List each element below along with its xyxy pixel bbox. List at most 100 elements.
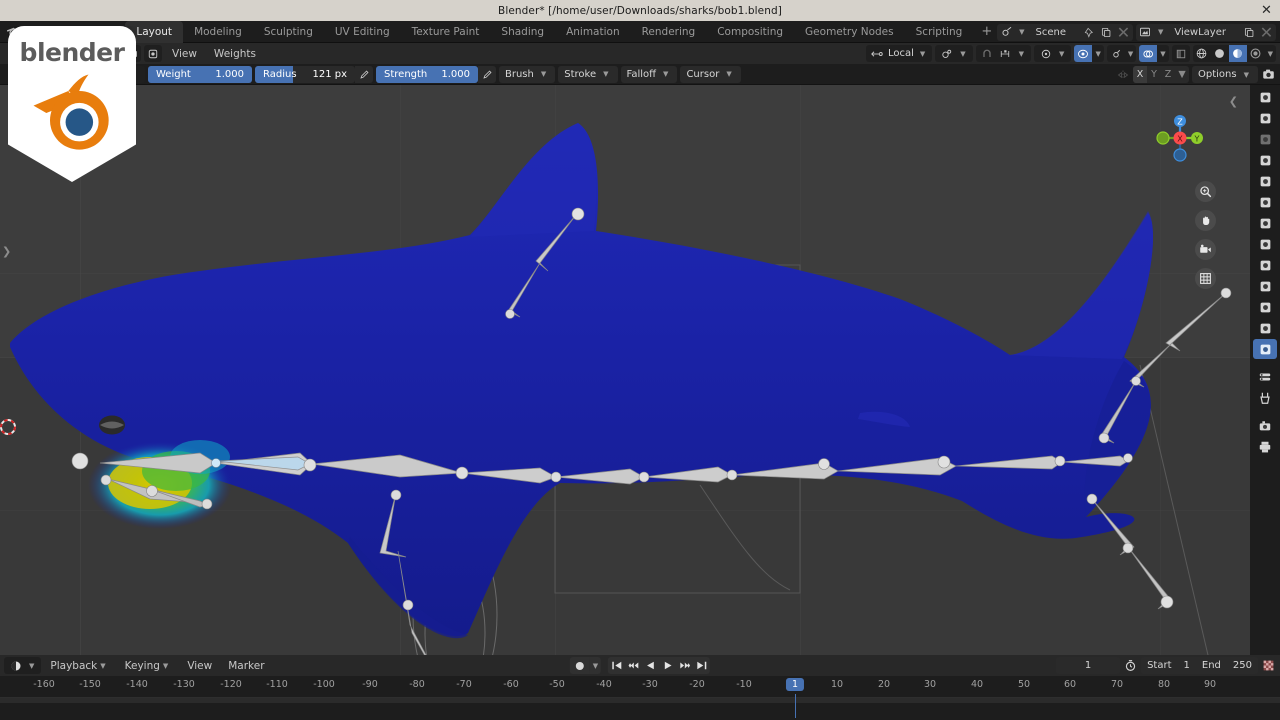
use-preview-range-icon[interactable] <box>1123 658 1138 673</box>
proportional-edit-icon[interactable] <box>1038 46 1053 61</box>
timeline-editor-chevron-down-icon[interactable]: ▼ <box>26 662 37 670</box>
strength-slider[interactable]: Strength 1.000 <box>376 65 478 83</box>
stroke-chevron-down-icon[interactable]: ▼ <box>600 70 611 78</box>
proportional-chevron-down-icon[interactable]: ▼ <box>1056 50 1067 58</box>
timeline-menu-playback[interactable]: Playback ▼ <box>43 657 115 674</box>
unlink-scene-icon[interactable]: ✕ <box>1116 23 1131 42</box>
tab-compositing[interactable]: Compositing <box>706 21 794 43</box>
visibility-chevron-down-icon[interactable]: ▼ <box>1092 50 1103 58</box>
solid-shading-icon[interactable] <box>1211 45 1229 62</box>
falloff-chevron-down-icon[interactable]: ▼ <box>660 70 671 78</box>
3d-viewport[interactable]: ❯ ❮ Z Y X <box>0 85 1250 655</box>
stroke-menu[interactable]: Stroke ▼ <box>558 65 618 83</box>
tab-texture-paint[interactable]: Texture Paint <box>401 21 491 43</box>
start-frame-field[interactable]: Start 1 <box>1141 657 1196 674</box>
options-menu[interactable]: Options ▼ <box>1192 66 1258 83</box>
new-viewlayer-icon[interactable] <box>1242 25 1257 40</box>
properties-tab-camera-data[interactable] <box>1253 416 1277 436</box>
proportional-editing-selector[interactable]: ▼ <box>1034 45 1072 62</box>
symmetry-axis-group[interactable]: X Y Z ▼ <box>1133 66 1190 83</box>
properties-tab-printer[interactable] <box>1253 437 1277 457</box>
properties-tab-material[interactable] <box>1253 367 1277 387</box>
snap-increment-icon[interactable] <box>998 46 1013 61</box>
visibility-toggles[interactable]: ▼ <box>1074 45 1104 62</box>
scene-chevron-down-icon[interactable]: ▼ <box>1016 28 1027 36</box>
overlay-chevron-down-icon[interactable]: ▼ <box>1157 50 1168 58</box>
gizmo-toggle-icon[interactable] <box>1107 45 1125 62</box>
viewlayer-chevron-down-icon[interactable]: ▼ <box>1155 28 1166 36</box>
viewport-left-panel-toggle[interactable]: ❯ <box>2 245 11 258</box>
next-keyframe-icon[interactable] <box>676 657 693 674</box>
properties-tab-tool[interactable] <box>1253 87 1277 107</box>
tab-rendering[interactable]: Rendering <box>631 21 707 43</box>
overlay-toggle-group[interactable]: ▼ <box>1139 45 1169 62</box>
properties-tab-object-data[interactable] <box>1253 339 1277 359</box>
overlays-group[interactable]: ▼ <box>1106 45 1137 62</box>
weight-paint-mode-icon[interactable] <box>144 45 162 62</box>
grid-icon[interactable] <box>1195 268 1216 289</box>
timeline-ruler[interactable]: -160 -150 -140 -130 -120 -110 -100 -90 -… <box>0 676 1280 718</box>
properties-tab-scene[interactable] <box>1253 171 1277 191</box>
properties-tab-collection[interactable] <box>1253 213 1277 233</box>
properties-tab-texture[interactable] <box>1253 388 1277 408</box>
navigation-gizmo[interactable]: Z Y X <box>1152 110 1208 166</box>
transform-orientation-selector[interactable]: Local ▼ <box>865 45 933 62</box>
zoom-icon[interactable] <box>1195 181 1216 202</box>
snapping-selector[interactable]: ▼ <box>975 45 1032 62</box>
hand-icon[interactable] <box>1195 210 1216 231</box>
xray-toggle-icon[interactable] <box>1074 45 1093 62</box>
snapping-chevron-down-icon[interactable]: ▼ <box>1016 50 1027 58</box>
previous-keyframe-icon[interactable] <box>625 657 642 674</box>
tab-scripting[interactable]: Scripting <box>905 21 974 43</box>
pin-icon[interactable] <box>1082 25 1097 40</box>
symmetry-x[interactable]: X <box>1133 66 1148 83</box>
camera-icon[interactable] <box>1195 239 1216 260</box>
properties-tab-object[interactable] <box>1253 234 1277 254</box>
timeline-menu-keying[interactable]: Keying ▼ <box>118 657 179 674</box>
properties-tab-output[interactable] <box>1253 129 1277 149</box>
timeline-menu-view[interactable]: View <box>180 657 219 674</box>
timeline-menu-marker[interactable]: Marker <box>221 657 271 674</box>
auto-keying-chevron-down-icon[interactable]: ▼ <box>589 657 602 674</box>
symmetry-z[interactable]: Z <box>1161 66 1175 83</box>
mode-selector[interactable] <box>144 45 162 62</box>
timeline-editor-type-selector[interactable]: ▼ <box>4 657 42 674</box>
properties-tab-constraints[interactable] <box>1253 318 1277 338</box>
radius-slider[interactable]: Radius 121 px <box>255 65 355 83</box>
rendered-shading-icon[interactable] <box>1247 45 1265 62</box>
symmetry-chevron-down-icon[interactable]: ▼ <box>1175 66 1189 83</box>
jump-to-end-icon[interactable] <box>693 657 710 674</box>
window-close-button[interactable]: ✕ <box>1259 3 1274 18</box>
strength-pressure-icon[interactable] <box>478 65 496 83</box>
viewlayer-selector[interactable]: ▼ ViewLayer ✕ <box>1135 23 1276 42</box>
timeline-track-area[interactable] <box>0 698 1280 720</box>
gizmo-chevron-down-icon[interactable]: ▼ <box>1125 50 1136 58</box>
jump-to-start-icon[interactable] <box>608 657 625 674</box>
orientation-chevron-down-icon[interactable]: ▼ <box>917 50 928 58</box>
overlays-toggle-icon[interactable] <box>1139 45 1158 62</box>
properties-tab-modifiers[interactable] <box>1253 255 1277 275</box>
viewport-menu-weights[interactable]: Weights <box>207 45 263 62</box>
properties-tab-view-layer[interactable] <box>1253 150 1277 170</box>
timeline-scrollbar[interactable] <box>0 698 1280 703</box>
symmetry-y[interactable]: Y <box>1147 66 1161 83</box>
scene-selector[interactable]: ▼ Scene ✕ <box>997 23 1133 42</box>
play-icon[interactable] <box>659 657 676 674</box>
camera-snapshot-icon[interactable] <box>1261 67 1276 82</box>
material-preview-shading-icon[interactable] <box>1228 45 1247 62</box>
properties-tab-physics[interactable] <box>1253 297 1277 317</box>
magnet-icon[interactable] <box>980 46 995 61</box>
remove-viewlayer-icon[interactable]: ✕ <box>1259 23 1274 42</box>
shading-modes[interactable]: ▼ <box>1192 45 1276 62</box>
properties-tab-render[interactable] <box>1253 108 1277 128</box>
viewport-sidebar-toggle[interactable]: ❮ <box>1229 95 1238 108</box>
tab-sculpting[interactable]: Sculpting <box>253 21 324 43</box>
falloff-menu[interactable]: Falloff ▼ <box>620 65 678 83</box>
play-reverse-icon[interactable] <box>642 657 659 674</box>
cursor-menu[interactable]: Cursor ▼ <box>680 65 741 83</box>
radius-pressure-icon[interactable] <box>355 65 373 83</box>
toggle-xray-icon[interactable] <box>1172 45 1190 62</box>
viewport-menu-view[interactable]: View <box>165 45 204 62</box>
new-scene-icon[interactable] <box>1099 25 1114 40</box>
xray-group[interactable] <box>1171 45 1190 62</box>
